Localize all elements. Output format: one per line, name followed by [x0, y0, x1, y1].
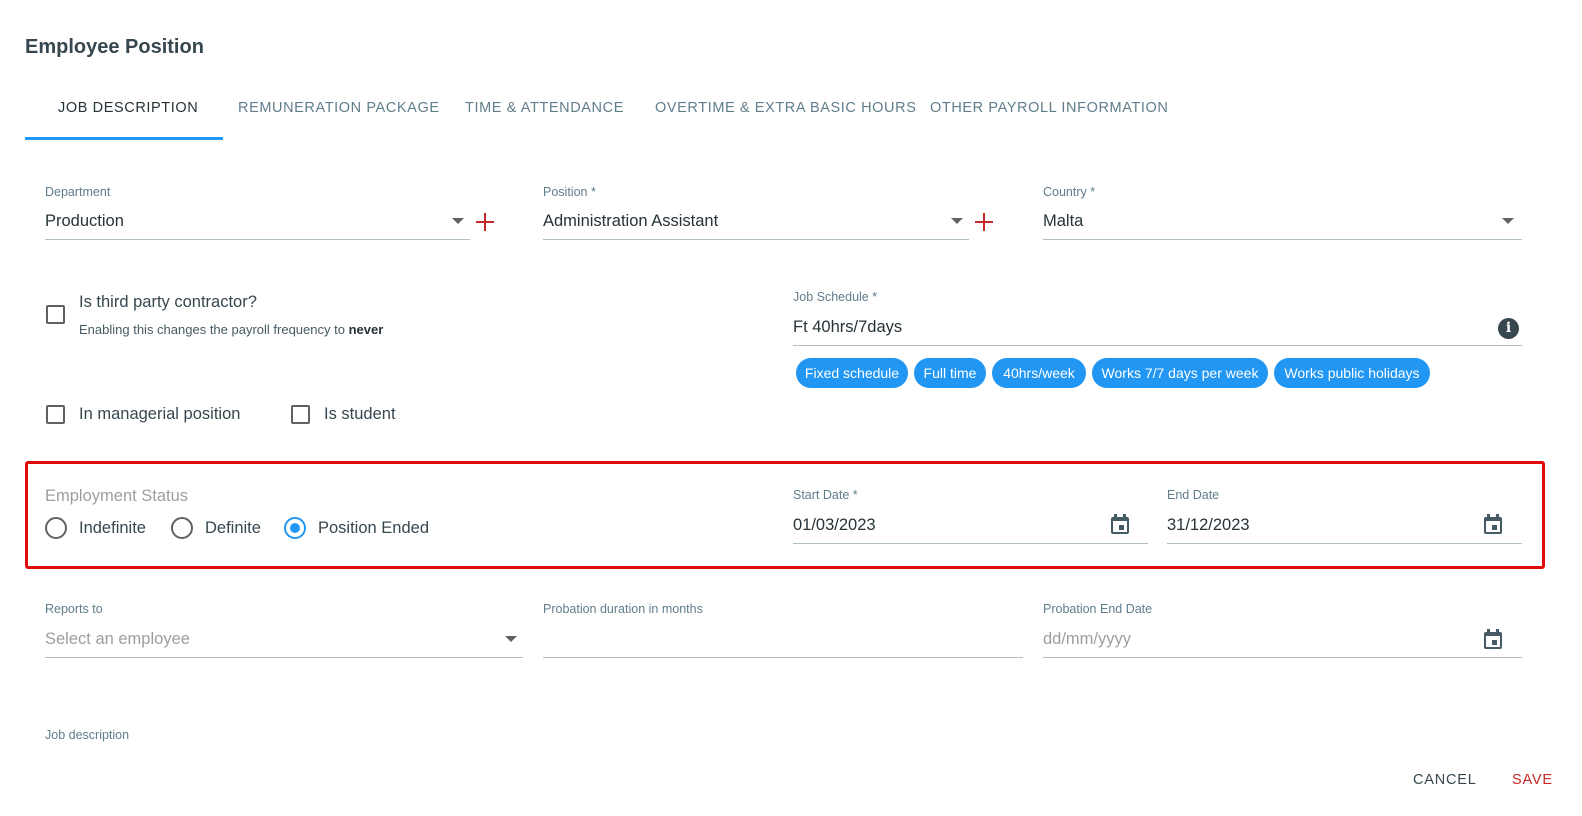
schedule-chip: Full time: [914, 358, 986, 388]
third-party-contractor-checkbox[interactable]: [46, 305, 65, 324]
active-tab-indicator: [25, 137, 223, 140]
end-date-value: 31/12/2023: [1167, 516, 1250, 534]
job-schedule-label: Job Schedule *: [793, 290, 878, 304]
radio-definite-label: Definite: [205, 519, 261, 537]
end-date-label: End Date: [1167, 488, 1220, 502]
start-date-underline: [793, 543, 1148, 544]
department-label: Department: [45, 185, 111, 199]
position-value: Administration Assistant: [543, 212, 719, 230]
tab-job-description[interactable]: JOB DESCRIPTION: [58, 100, 198, 116]
position-label: Position *: [543, 185, 596, 199]
end-date-input[interactable]: 31/12/2023: [1167, 516, 1477, 544]
tab-remuneration-package[interactable]: REMUNERATION PACKAGE: [238, 100, 440, 116]
radio-definite[interactable]: [171, 517, 193, 539]
department-select[interactable]: Production: [45, 212, 470, 240]
third-party-contractor-hint: Enabling this changes the payroll freque…: [79, 322, 383, 337]
dialog-title: Employee Position: [25, 36, 204, 58]
reports-to-label: Reports to: [45, 602, 103, 616]
chevron-down-icon[interactable]: [452, 218, 464, 224]
job-schedule-value: Ft 40hrs/7days: [793, 318, 903, 336]
department-underline: [45, 239, 470, 240]
country-label: Country *: [1043, 185, 1096, 199]
reports-to-select[interactable]: Select an employee: [45, 630, 523, 658]
start-date-value: 01/03/2023: [793, 516, 876, 534]
radio-indefinite[interactable]: [45, 517, 67, 539]
probation-end-date-placeholder: dd/mm/yyyy: [1043, 630, 1132, 648]
add-department-icon[interactable]: [476, 213, 494, 231]
job-description-label: Job description: [45, 728, 130, 742]
reports-to-underline: [45, 657, 523, 658]
job-schedule-input[interactable]: Ft 40hrs/7days: [793, 318, 1493, 346]
tab-other-payroll-information[interactable]: OTHER PAYROLL INFORMATION: [930, 100, 1168, 116]
calendar-icon[interactable]: [1483, 629, 1503, 649]
job-schedule-underline: [793, 345, 1522, 346]
tab-time-attendance[interactable]: TIME & ATTENDANCE: [465, 100, 624, 116]
start-date-label: Start Date *: [793, 488, 858, 502]
hint-text: Enabling this changes the payroll freque…: [79, 322, 349, 337]
radio-position-ended[interactable]: [284, 517, 306, 539]
chevron-down-icon[interactable]: [951, 218, 963, 224]
schedule-chip: Fixed schedule: [796, 358, 908, 388]
info-icon[interactable]: i: [1498, 318, 1519, 339]
position-select[interactable]: Administration Assistant: [543, 212, 968, 240]
department-value: Production: [45, 212, 124, 230]
chevron-down-icon[interactable]: [1502, 218, 1514, 224]
is-student-checkbox[interactable]: [291, 405, 310, 424]
save-button[interactable]: SAVE: [1512, 772, 1553, 788]
probation-duration-underline: [543, 657, 1023, 658]
chevron-down-icon[interactable]: [505, 636, 517, 642]
position-underline: [543, 239, 969, 240]
end-date-underline: [1167, 543, 1522, 544]
cancel-button[interactable]: CANCEL: [1413, 772, 1477, 788]
start-date-input[interactable]: 01/03/2023: [793, 516, 1103, 544]
managerial-position-label: In managerial position: [79, 405, 241, 423]
radio-indefinite-label: Indefinite: [79, 519, 146, 537]
is-student-label: Is student: [324, 405, 396, 423]
probation-end-date-underline: [1043, 657, 1522, 658]
probation-duration-input[interactable]: [543, 630, 1023, 658]
probation-end-date-label: Probation End Date: [1043, 602, 1153, 616]
country-select[interactable]: Malta: [1043, 212, 1521, 240]
third-party-contractor-label: Is third party contractor?: [79, 293, 257, 311]
schedule-chip: Works 7/7 days per week: [1092, 358, 1268, 388]
hint-bold-text: never: [348, 322, 384, 337]
radio-position-ended-label: Position Ended: [318, 519, 429, 537]
probation-end-date-input[interactable]: dd/mm/yyyy: [1043, 630, 1473, 658]
tab-overtime-extra-basic-hours[interactable]: OVERTIME & EXTRA BASIC HOURS: [655, 100, 916, 116]
reports-to-placeholder: Select an employee: [45, 630, 190, 648]
calendar-icon[interactable]: [1110, 514, 1130, 534]
highlight-box: [25, 461, 1545, 569]
country-underline: [1043, 239, 1522, 240]
calendar-icon[interactable]: [1483, 514, 1503, 534]
managerial-position-checkbox[interactable]: [46, 405, 65, 424]
country-value: Malta: [1043, 212, 1084, 230]
add-position-icon[interactable]: [975, 213, 993, 231]
employment-status-label: Employment Status: [45, 487, 189, 505]
schedule-chip: 40hrs/week: [992, 358, 1086, 388]
schedule-chip: Works public holidays: [1274, 358, 1430, 388]
probation-duration-label: Probation duration in months: [543, 602, 703, 616]
